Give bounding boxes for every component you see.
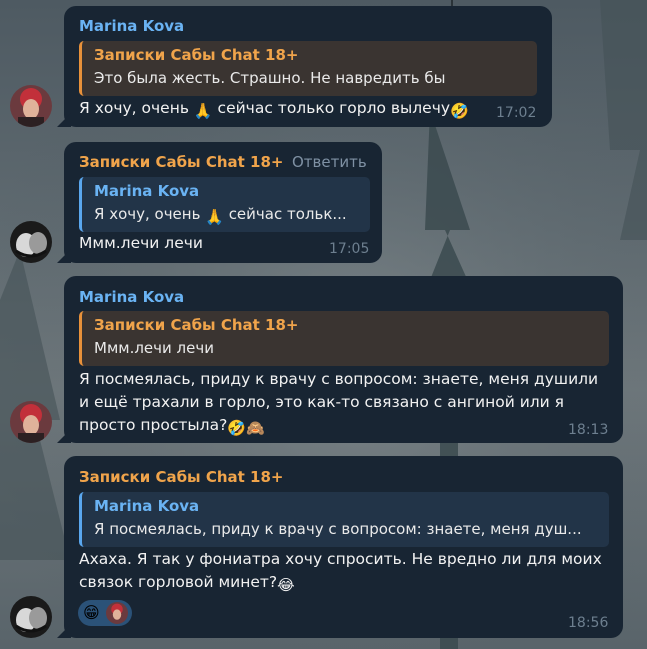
message-text: Я посмеялась, приду к врачу с вопросом: … <box>79 368 598 440</box>
sender-name[interactable]: Записки Сабы Chat 18+ <box>79 153 284 171</box>
rofl-emoji: 🤣 <box>227 419 246 437</box>
quote-text: Ммм.лечи лечи <box>94 339 214 357</box>
quote-text: Я посмеялась, приду к врачу с вопросом: … <box>94 520 582 538</box>
laughing-tears-emoji: 😂 <box>277 576 295 594</box>
message-text: Я хочу, очень 🙏 сейчас только горло выле… <box>79 97 469 123</box>
reply-button[interactable]: Ответить <box>292 153 367 171</box>
quote-text: Это была жесть. Страшно. Не навредить бы <box>94 69 446 87</box>
quote-author: Marina Kova <box>94 182 200 200</box>
message-time: 17:02 <box>496 105 537 121</box>
message-time: 18:56 <box>568 615 609 631</box>
text-line-with-emoji: связок горловой минет?😂 <box>79 571 602 597</box>
text-line-with-emoji: просто простыла?🤣🙈 <box>79 414 598 440</box>
quote-author: Marina Kova <box>94 497 200 515</box>
reply-quote[interactable]: Marina Kova Я хочу, очень 🙏 сейчас тольк… <box>79 177 370 232</box>
quote-text: Я хочу, очень 🙏 сейчас тольк... <box>94 205 347 226</box>
quote-author: Записки Сабы Chat 18+ <box>94 46 299 64</box>
avatar-zapiski[interactable] <box>10 221 52 263</box>
message-bubble[interactable]: Marina Kova Записки Сабы Chat 18+ Ммм.ле… <box>57 276 623 443</box>
sender-name[interactable]: Записки Сабы Chat 18+ <box>79 468 284 486</box>
quote-author: Записки Сабы Chat 18+ <box>94 316 299 334</box>
avatar-image <box>10 596 52 638</box>
message-time: 18:13 <box>568 422 609 438</box>
text-line: Ахаха. Я так у фониатра хочу спросить. Н… <box>79 550 602 568</box>
reply-quote[interactable]: Записки Сабы Chat 18+ Ммм.лечи лечи <box>79 311 609 366</box>
quote-text-part: сейчас тольк... <box>228 205 347 223</box>
reply-quote[interactable]: Marina Kova Я посмеялась, приду к врачу … <box>79 492 609 547</box>
avatar-marina[interactable] <box>10 401 52 443</box>
praying-hands-emoji: 🙏 <box>205 208 224 226</box>
avatar-zapiski[interactable] <box>10 596 52 638</box>
quote-text-part: Я хочу, очень <box>94 205 201 223</box>
text-line: сейчас только горло вылечу <box>217 99 451 117</box>
message-bubble[interactable]: Marina Kova Записки Сабы Chat 18+ Это бы… <box>57 6 552 127</box>
text-line: просто простыла? <box>79 416 228 434</box>
grin-emoji: 😁 <box>83 603 100 622</box>
text-line: Я посмеялась, приду к врачу с вопросом: … <box>79 370 599 388</box>
avatar-marina[interactable] <box>10 85 52 127</box>
message-text: Ммм.лечи лечи <box>79 234 203 252</box>
reactor-avatar <box>106 602 128 624</box>
message-time: 17:05 <box>329 241 370 257</box>
sender-name[interactable]: Marina Kova <box>79 17 184 35</box>
reaction-chip[interactable]: 😁 <box>78 600 132 626</box>
avatar-image <box>10 401 52 443</box>
rofl-emoji: 🤣 <box>450 102 469 120</box>
sender-name[interactable]: Marina Kova <box>79 288 184 306</box>
reactor-avatar-image <box>106 602 128 624</box>
text-line: Я хочу, очень <box>79 99 189 117</box>
avatar-image <box>10 221 52 263</box>
message-bubble[interactable]: Записки Сабы Chat 18+ Ответить Marina Ko… <box>57 142 382 263</box>
text-line: и ещё трахали в горло, это как-то связан… <box>79 393 565 411</box>
message-bubble[interactable]: Записки Сабы Chat 18+ Marina Kova Я посм… <box>57 456 623 638</box>
text-line: связок горловой минет? <box>79 573 278 591</box>
praying-hands-emoji: 🙏 <box>193 102 213 120</box>
message-text: Ахаха. Я так у фониатра хочу спросить. Н… <box>79 548 602 597</box>
reply-quote[interactable]: Записки Сабы Chat 18+ Это была жесть. Ст… <box>79 41 537 96</box>
avatar-image <box>10 85 52 127</box>
see-no-evil-monkey-emoji: 🙈 <box>245 419 265 437</box>
